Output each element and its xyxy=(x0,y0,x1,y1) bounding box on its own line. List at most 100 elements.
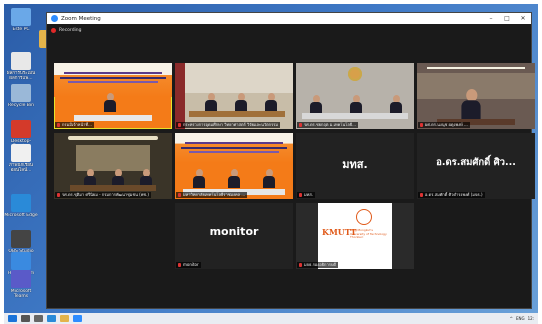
participant-name-label: รศ.ดร.ชยกฤต ม.เทคโนโลยี... xyxy=(297,122,358,128)
desktop-icon-label: Microsoft Teams xyxy=(10,289,32,299)
participant-figure xyxy=(265,93,277,112)
app-icon xyxy=(11,120,31,138)
video-tile[interactable]: KMUTT King Mongkut's University of Techno… xyxy=(296,203,414,269)
app-icon xyxy=(11,84,31,102)
desktop-icon-label: ภาพนักเรียนออนไลน์... xyxy=(9,163,33,173)
body xyxy=(263,176,275,188)
video-tile[interactable]: รศ.ดร.ชุติมา ศรีนิยม - กรมการพัฒนาชุมชน … xyxy=(54,133,172,199)
system-tray: ^ ENG 12: xyxy=(507,316,538,321)
video-tile[interactable]: มหาวิทยาลัยเทคโนโลยีราชมงคล ... xyxy=(175,133,293,199)
zoom-meeting-window: Zoom Meeting – □ ✕ Recording กรมมีเจ้าหน… xyxy=(46,12,535,309)
participant-figure xyxy=(205,93,217,112)
participant-name-label: ผศ.ดร.นงนุช ผดุงพงษ์ ... xyxy=(418,122,470,128)
logo-card: KMUTT King Mongkut's University of Techno… xyxy=(318,203,392,269)
body xyxy=(228,176,240,188)
banner-line xyxy=(181,147,287,149)
app-icon xyxy=(11,144,31,162)
recording-label: Recording xyxy=(59,28,82,33)
participant-name-label: มหาวิทยาลัยเทคโนโลยีราชมงคล ... xyxy=(176,192,248,198)
video-tile[interactable]: กระทรวงการอุดมศึกษา วิทยาศาสตร์ วิจัยและ… xyxy=(175,63,293,129)
desktop-icon-label: Microsoft Edge xyxy=(4,213,38,218)
record-dot-icon xyxy=(51,28,56,33)
participant-figure xyxy=(461,89,481,120)
zoom-icon[interactable] xyxy=(73,315,82,322)
participant-figure xyxy=(193,169,205,188)
ceiling-light xyxy=(68,136,158,140)
zoom-logo-icon xyxy=(51,15,58,22)
participant-figure xyxy=(390,95,402,114)
backdrop-banner xyxy=(175,133,293,163)
start-icon[interactable] xyxy=(8,315,17,322)
body xyxy=(461,100,481,120)
participant-name-label: กรมมีเจ้าหน้าที่... xyxy=(55,122,94,128)
desk xyxy=(189,111,285,117)
app-icon xyxy=(11,230,31,248)
minimize-button[interactable]: – xyxy=(483,15,499,22)
participant-display-name: มทส. xyxy=(342,158,368,171)
participant-display-name: monitor xyxy=(209,225,259,238)
participant-figure xyxy=(104,93,116,112)
ceiling-lights xyxy=(427,67,525,69)
desk xyxy=(74,115,152,121)
video-tile[interactable]: รศ.ดร.ชยกฤต ม.เทคโนโลยี... xyxy=(296,63,414,129)
curtain xyxy=(175,63,185,129)
desktop-icon-label: ผลการประเมิน ผลการแพ... xyxy=(6,71,36,81)
desktop-icon[interactable]: ผลการประเมิน ผลการแพ... xyxy=(4,52,38,88)
banner-line xyxy=(189,151,279,153)
participant-figure xyxy=(235,93,247,112)
taskbar: ^ ENG 12: xyxy=(4,313,538,324)
app-icon xyxy=(11,194,31,212)
kmutt-subtitle: King Mongkut's University of Technology … xyxy=(350,228,387,240)
chevron-up-icon[interactable]: ^ xyxy=(510,316,513,321)
title-bar: Zoom Meeting – □ ✕ xyxy=(47,13,531,24)
recording-indicator[interactable]: Recording xyxy=(51,26,82,35)
desktop-icon-label: Recycle Bin xyxy=(8,103,34,108)
wall-panel xyxy=(175,63,293,93)
participant-name-label: กระทรวงการอุดมศึกษา วิทยาศาสตร์ วิจัยและ… xyxy=(176,122,281,128)
banner-line xyxy=(185,142,283,144)
participant-name-label: monitor xyxy=(176,262,201,268)
app-icon xyxy=(11,270,31,288)
desktop-icon[interactable]: Microsoft Edge xyxy=(4,194,38,230)
clock[interactable]: 12: xyxy=(528,316,534,321)
backdrop-banner xyxy=(54,63,172,97)
search-icon[interactable] xyxy=(21,315,30,322)
task-view-icon[interactable] xyxy=(34,315,43,322)
desk xyxy=(70,185,156,191)
video-tile[interactable]: อ.ดร.สมศักดิ์ ศิว... อ.ดร.สมศักดิ์ ศิวดำร… xyxy=(417,133,535,199)
backdrop xyxy=(76,145,150,171)
video-tile[interactable]: ผศ.ดร.นงนุช ผดุงพงษ์ ... xyxy=(417,63,535,129)
emblem xyxy=(348,67,362,81)
app-icon xyxy=(11,8,31,26)
participant-figure xyxy=(350,95,362,114)
banner-line xyxy=(60,77,166,79)
desktop-icon[interactable]: Microsoft Teams xyxy=(4,270,38,306)
participant-name-label: รศ.ดร.ชุติมา ศรีนิยม - กรมการพัฒนาชุมชน … xyxy=(55,192,151,198)
edge-icon[interactable] xyxy=(47,315,56,322)
participant-figure xyxy=(310,95,322,114)
body xyxy=(104,100,116,112)
app-icon xyxy=(11,252,31,270)
video-tile[interactable]: monitor monitor xyxy=(175,203,293,269)
desktop-icon[interactable]: ภาพนักเรียนออนไลน์... xyxy=(4,144,38,180)
participant-name-label: อ.ดร.สมศักดิ์ ศิวดำรงพงศ์ (มจธ.) xyxy=(418,192,485,198)
banner-line xyxy=(64,72,162,74)
taskbar-apps xyxy=(4,315,82,322)
body xyxy=(193,176,205,188)
desktop-icon[interactable]: Recycle Bin xyxy=(4,84,38,120)
lang-indicator[interactable]: ENG xyxy=(516,316,525,321)
video-tile[interactable]: กรมมีเจ้าหน้าที่... xyxy=(54,63,172,129)
maximize-button[interactable]: □ xyxy=(499,15,515,22)
screen: Este PC ผลการประเมิน ผลการแพ... Recycle Bi… xyxy=(0,0,542,324)
seal-icon xyxy=(356,209,372,225)
close-button[interactable]: ✕ xyxy=(515,15,531,22)
participant-name-label: มทส. xyxy=(297,192,315,198)
app-icon xyxy=(11,52,31,70)
participant-figure xyxy=(228,169,240,188)
participant-name-label: มจธ.รองอธิการบดี xyxy=(297,262,338,268)
window-title: Zoom Meeting xyxy=(61,15,101,22)
desk xyxy=(302,113,408,119)
participant-display-name: อ.ดร.สมศักดิ์ ศิว... xyxy=(436,157,516,168)
video-tile[interactable]: มทส. มทส. xyxy=(296,133,414,199)
explorer-icon[interactable] xyxy=(60,315,69,322)
